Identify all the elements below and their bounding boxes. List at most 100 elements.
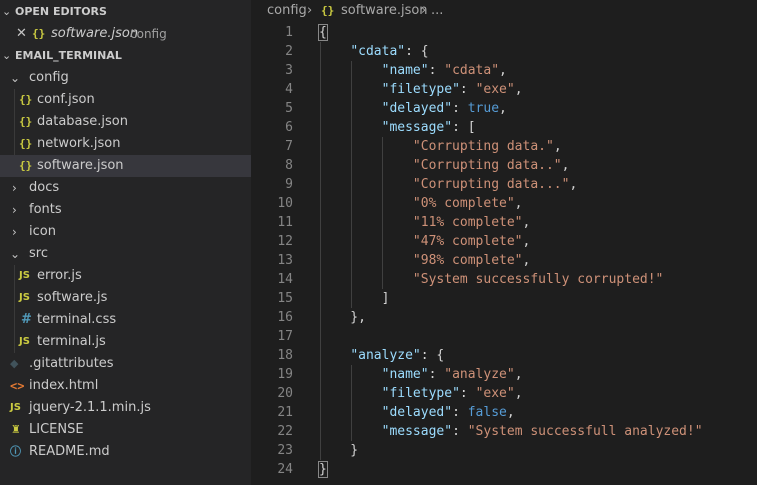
code-text[interactable]: } [319,441,358,460]
code-text[interactable]: "filetype": "exe", [319,80,523,99]
line-number: 21 [277,405,293,420]
code-line[interactable]: 21 "delayed": false, [251,403,757,422]
code-line[interactable]: 5 "delayed": true, [251,99,757,118]
chevron-right-icon: › [12,225,17,239]
json-icon: {} [19,137,33,150]
line-number: 23 [277,443,293,458]
license-icon: ♜ [11,423,21,436]
code-line[interactable]: 13 "98% complete", [251,251,757,270]
code-line[interactable]: 4 "filetype": "exe", [251,80,757,99]
code-line[interactable]: 23 } [251,441,757,460]
line-number: 7 [285,139,293,154]
code-text[interactable]: ] [319,289,390,308]
code-text[interactable]: { [318,23,328,42]
tree-file-database-json[interactable]: {} database.json [0,111,251,133]
code-line[interactable]: 3 "name": "cdata", [251,61,757,80]
tree-folder-icon[interactable]: › icon [0,221,251,243]
code-text[interactable]: "message": [ [319,118,476,137]
code-line[interactable]: 7 "Corrupting data.", [251,137,757,156]
tree-item-label: network.json [37,136,121,151]
close-icon[interactable]: ✕ [16,23,27,45]
code-text[interactable]: "cdata": { [319,42,428,61]
tree-file-conf-json[interactable]: {} conf.json [0,89,251,111]
workspace-header[interactable]: ⌄ EMAIL_TERMINAL [0,45,251,67]
workspace-title: EMAIL_TERMINAL [15,49,122,62]
tree-file-network-json[interactable]: {} network.json [0,133,251,155]
code-line[interactable]: 2 "cdata": { [251,42,757,61]
breadcrumb-file[interactable]: software.json [341,0,428,22]
code-line[interactable]: 11 "11% complete", [251,213,757,232]
info-icon: ⓘ [10,445,21,458]
tree-item-label: LICENSE [29,422,84,437]
code-text[interactable]: } [318,460,328,479]
code-text[interactable]: "Corrupting data...", [319,175,577,194]
explorer-sidebar: ⌄ OPEN EDITORS ✕ {} software.json config… [0,0,251,485]
json-icon: {} [19,159,33,172]
json-icon: {} [19,115,33,128]
code-line[interactable]: 1{ [251,23,757,42]
code-line[interactable]: 9 "Corrupting data...", [251,175,757,194]
code-line[interactable]: 20 "filetype": "exe", [251,384,757,403]
code-text[interactable]: "98% complete", [319,251,530,270]
tree-item-label: fonts [29,202,62,217]
code-text[interactable]: "name": "analyze", [319,365,523,384]
tree-file-error-js[interactable]: JS error.js [0,265,251,287]
tree-folder-docs[interactable]: › docs [0,177,251,199]
code-text[interactable]: "delayed": true, [319,99,507,118]
code-text[interactable]: "name": "cdata", [319,61,507,80]
code-text[interactable]: "analyze": { [319,346,444,365]
code-line[interactable]: 8 "Corrupting data..", [251,156,757,175]
tree-file-jquery-js[interactable]: JS jquery-2.1.1.min.js [0,397,251,419]
code-line[interactable]: 18 "analyze": { [251,346,757,365]
code-text[interactable]: "Corrupting data.", [319,137,562,156]
tree-file-terminal-css[interactable]: # terminal.css [0,309,251,331]
code-editor[interactable]: config › {} software.json › ... 1{2 "cda… [251,0,757,485]
tree-item-label: docs [29,180,60,195]
open-editors-header[interactable]: ⌄ OPEN EDITORS [0,1,251,23]
code-line[interactable]: 22 "message": "System successfull analyz… [251,422,757,441]
tree-item-label: src [29,246,48,261]
chevron-right-icon: › [12,181,17,195]
js-icon: JS [19,270,30,281]
code-line[interactable]: 15 ] [251,289,757,308]
code-text[interactable]: }, [319,308,366,327]
code-text[interactable]: "0% complete", [319,194,523,213]
tree-folder-config[interactable]: ⌄ config [0,67,251,89]
code-text[interactable]: "delayed": false, [319,403,515,422]
line-number: 22 [277,424,293,439]
tree-file-index-html[interactable]: <> index.html [0,375,251,397]
breadcrumb-folder[interactable]: config [267,0,307,22]
tree-file-gitattributes[interactable]: ◆ .gitattributes [0,353,251,375]
tree-file-software-json[interactable]: {} software.json [0,155,251,177]
line-number: 17 [277,329,293,344]
tree-item-label: software.json [37,158,124,173]
line-number: 9 [285,177,293,192]
css-icon: # [21,312,32,327]
code-text[interactable]: "47% complete", [319,232,530,251]
tree-file-terminal-js[interactable]: JS terminal.js [0,331,251,353]
code-line[interactable]: 16 }, [251,308,757,327]
open-editor-item[interactable]: ✕ {} software.json config [0,23,251,45]
code-line[interactable]: 17 [251,327,757,346]
code-line[interactable]: 12 "47% complete", [251,232,757,251]
line-number: 2 [285,44,293,59]
code-text[interactable]: "message": "System successfull analyzed!… [319,422,703,441]
code-line[interactable]: 14 "System successfully corrupted!" [251,270,757,289]
code-text[interactable]: "System successfully corrupted!" [319,270,663,289]
tree-folder-fonts[interactable]: › fonts [0,199,251,221]
code-text[interactable]: "Corrupting data..", [319,156,570,175]
tree-file-software-js[interactable]: JS software.js [0,287,251,309]
line-number: 6 [285,120,293,135]
breadcrumb-more[interactable]: ... [431,0,443,22]
tree-folder-src[interactable]: ⌄ src [0,243,251,265]
tree-file-license[interactable]: ♜ LICENSE [0,419,251,441]
code-text[interactable]: "filetype": "exe", [319,384,523,403]
code-line[interactable]: 24} [251,460,757,479]
open-editor-filename: software.json [51,26,139,41]
code-text[interactable]: "11% complete", [319,213,530,232]
code-line[interactable]: 6 "message": [ [251,118,757,137]
code-line[interactable]: 10 "0% complete", [251,194,757,213]
tree-file-readme-md[interactable]: ⓘ README.md [0,441,251,463]
code-line[interactable]: 19 "name": "analyze", [251,365,757,384]
chevron-right-icon: › [421,3,427,18]
